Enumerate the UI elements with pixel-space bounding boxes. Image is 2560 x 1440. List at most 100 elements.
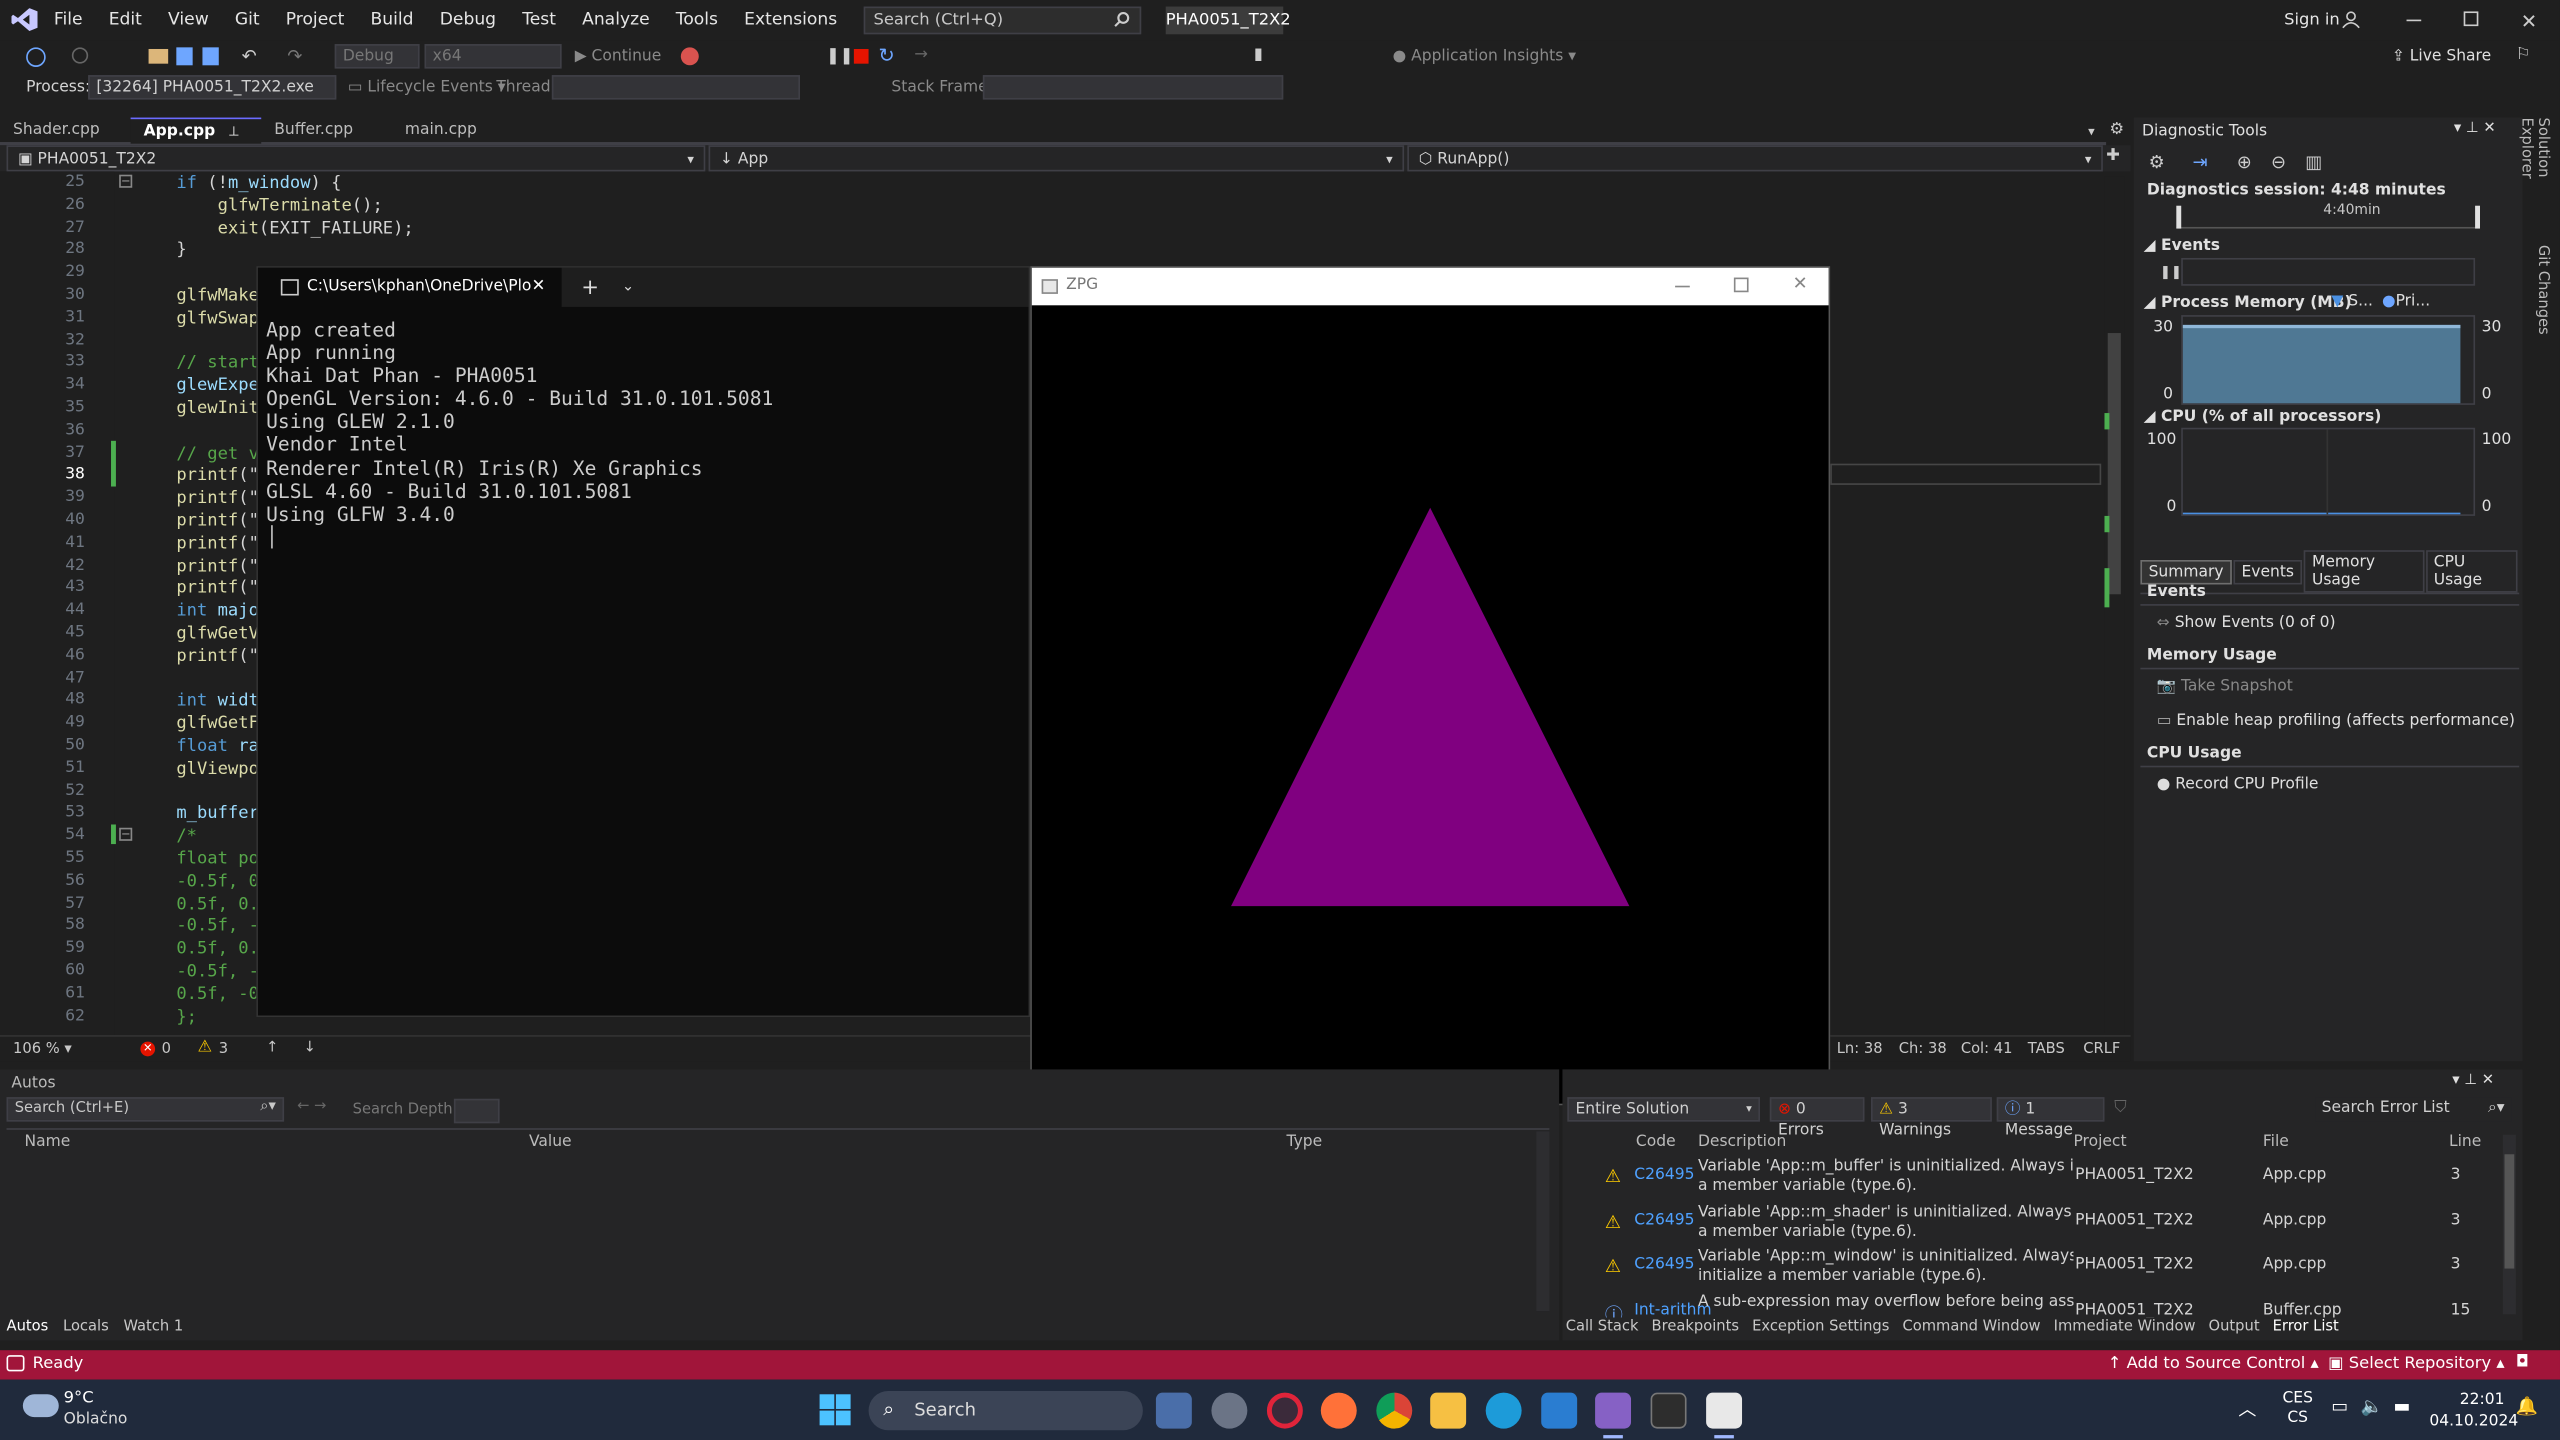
events-pause-icon[interactable]: ❚❚ <box>2160 264 2182 279</box>
warning-icon[interactable]: ⚠ <box>198 1038 213 1056</box>
menu-item-project[interactable]: Project <box>273 0 358 41</box>
tab-overflow-icon[interactable]: ▾ <box>2088 124 2095 139</box>
tab-breakpoints[interactable]: Breakpoints <box>1652 1319 1739 1335</box>
tabs-indicator[interactable]: TABS <box>2028 1042 2065 1058</box>
visual-studio-icon[interactable] <box>1595 1392 1632 1429</box>
zpg-window[interactable]: ZPG ✕ <box>1030 266 1831 1106</box>
error-code[interactable]: C26495 <box>1634 1256 1694 1274</box>
diag-pin-icon[interactable]: ▾ ⊥ ✕ <box>2454 121 2496 137</box>
col-file[interactable]: File <box>2263 1133 2289 1151</box>
menu-item-test[interactable]: Test <box>509 0 569 41</box>
terminal-app-icon[interactable] <box>1650 1392 1687 1429</box>
error-code[interactable]: C26495 <box>1634 1211 1694 1229</box>
table-row[interactable]: ⓘ Int-arithm A sub-expression may overflow… <box>1562 1289 2509 1317</box>
vscode-icon[interactable] <box>1541 1392 1578 1429</box>
restore-button[interactable] <box>2463 11 2479 27</box>
chart-icon[interactable]: ▥ <box>2305 152 2322 173</box>
diag-tab-events[interactable]: Events <box>2233 559 2303 584</box>
tab-command-window[interactable]: Command Window <box>1902 1319 2040 1335</box>
tab-locals[interactable]: Locals <box>63 1319 109 1335</box>
clock[interactable]: 22:01 04.10.2024 <box>2429 1389 2518 1431</box>
tab-call-stack[interactable]: Call Stack <box>1566 1319 1639 1335</box>
minimize-button[interactable] <box>2406 19 2422 22</box>
start-button-icon[interactable] <box>819 1394 851 1426</box>
zpg-app-icon[interactable] <box>1706 1392 1743 1429</box>
taskbar-search-box[interactable]: ⌕ Search <box>868 1391 1143 1431</box>
errlist-search-input[interactable]: Search Error List ⌕▾ <box>2315 1097 2512 1122</box>
menu-item-tools[interactable]: Tools <box>663 0 731 41</box>
zpg-maximize-button[interactable] <box>1733 277 1749 293</box>
widgets-icon[interactable] <box>1155 1392 1192 1429</box>
tab-autos[interactable]: Autos <box>7 1319 49 1335</box>
nav-project-combo[interactable]: ▣ PHA0051_T2X2 ▾ <box>6 145 706 172</box>
account-icon[interactable] <box>2341 10 2361 30</box>
tab-output[interactable]: Output <box>2209 1319 2260 1335</box>
notifications-icon[interactable]: ◘ <box>2516 1353 2529 1371</box>
error-icon[interactable]: ✕ <box>140 1041 156 1057</box>
col-indicator[interactable]: Col: 41 <box>1961 1042 2013 1058</box>
continue-button[interactable]: ▶ Continue <box>575 47 662 65</box>
solution-name-badge[interactable]: PHA0051_T2X2 <box>1165 6 1291 35</box>
menu-item-view[interactable]: View <box>155 0 222 41</box>
process-memory-section[interactable]: ◢ Process Memory (MB) <box>2144 294 2352 312</box>
col-project[interactable]: Project <box>2073 1133 2126 1151</box>
prev-issue-icon[interactable]: ↑ <box>266 1040 278 1056</box>
close-window-button[interactable]: ✕ <box>2521 10 2537 33</box>
live-share-button[interactable]: ⇪ Live Share <box>2392 47 2491 65</box>
volume-icon[interactable]: 🔈 <box>2361 1396 2383 1417</box>
timeline-end-handle[interactable] <box>2475 205 2480 229</box>
diag-tab-summary[interactable]: Summary <box>2140 559 2232 584</box>
tab-main-cpp[interactable]: main.cpp <box>392 117 523 143</box>
nav-member-combo[interactable]: ⬡ RunApp() ▾ <box>1407 145 2103 172</box>
weather-temp[interactable]: 9°C <box>64 1389 94 1407</box>
tab-error-list[interactable]: Error List <box>2273 1319 2339 1335</box>
terminal-window[interactable]: C:\Users\kphan\OneDrive\Plo ✕ + ⌄ App cr… <box>256 266 1031 1018</box>
menu-item-git[interactable]: Git <box>222 0 273 41</box>
editor-scrollbar[interactable] <box>2104 176 2125 1034</box>
undo-icon[interactable]: ↶ <box>242 46 257 67</box>
zoom-out-icon[interactable]: ⊖ <box>2271 152 2286 173</box>
col-line[interactable]: Line <box>2449 1133 2481 1151</box>
col-code[interactable]: Code <box>1636 1133 1676 1151</box>
table-row[interactable]: ⚠ C26495 Variable 'App::m_buffer' is unini… <box>1562 1154 2509 1200</box>
menu-item-edit[interactable]: Edit <box>96 0 155 41</box>
feedback-icon[interactable]: ⚐ <box>2516 46 2531 64</box>
settings-icon[interactable]: ⚙ <box>2149 152 2165 173</box>
firefox-icon[interactable] <box>1320 1392 1357 1429</box>
col-type[interactable]: Type <box>1287 1133 1323 1151</box>
nav-scope-combo[interactable]: ↓ App ▾ <box>708 145 1405 172</box>
messages-filter-button[interactable]: ⓘ 1 Message <box>1996 1097 2105 1140</box>
cpu-section[interactable]: ◢ CPU (% of all processors) <box>2144 408 2382 426</box>
split-icon[interactable]: ✚ <box>2106 147 2120 165</box>
add-source-control-button[interactable]: ↑ Add to Source Control ▴ <box>2108 1355 2319 1373</box>
settings-gear-icon[interactable]: ⚙ <box>2109 121 2124 139</box>
configuration-combo[interactable]: Debug <box>334 44 420 69</box>
diag-tab-cpu-usage[interactable]: CPU Usage <box>2425 550 2518 593</box>
autos-search-input[interactable]: Search (Ctrl+E) ⌕▾ <box>6 1097 285 1122</box>
show-events-link[interactable]: ⇔ Show Events (0 of 0) <box>2157 614 2336 632</box>
warnings-filter-button[interactable]: ⚠ 3 Warnings <box>1871 1097 1992 1140</box>
search-back-icon[interactable]: ← → <box>297 1099 326 1115</box>
errlist-pin-icon[interactable]: ▾ ⊥ ✕ <box>2452 1073 2494 1089</box>
next-issue-icon[interactable]: ↓ <box>304 1040 316 1056</box>
side-tab-git-changes[interactable]: Git Changes <box>2527 245 2550 343</box>
open-folder-icon[interactable] <box>148 48 169 64</box>
scroll-thumb[interactable] <box>2107 333 2121 595</box>
pause-icon[interactable]: ❚❚ <box>826 47 853 65</box>
sign-in-link[interactable]: Sign in <box>2284 11 2340 29</box>
table-row[interactable]: ⚠ C26495 Variable 'App::m_shader' is unini… <box>1562 1199 2509 1245</box>
errlist-scrollbar[interactable] <box>2502 1134 2516 1315</box>
weather-desc[interactable]: Oblačno <box>64 1411 128 1429</box>
zoom-combo[interactable]: 106 % ▾ <box>13 1042 72 1058</box>
table-row[interactable]: ⚠ C26495 Variable 'App::m_window' is unini… <box>1562 1244 2509 1290</box>
language-indicator[interactable]: CES CS <box>2282 1389 2312 1428</box>
menu-item-build[interactable]: Build <box>357 0 426 41</box>
take-snapshot-button[interactable]: 📷 Take Snapshot <box>2157 678 2293 696</box>
terminal-tab[interactable]: C:\Users\kphan\OneDrive\Plo ✕ <box>257 267 562 307</box>
search-depth-combo[interactable] <box>453 1098 500 1124</box>
save-all-icon[interactable] <box>202 47 219 66</box>
process-combo[interactable]: [32264] PHA0051_T2X2.exe <box>88 75 337 100</box>
errors-filter-button[interactable]: ⊗ 0 Errors <box>1769 1097 1865 1140</box>
zpg-title-bar[interactable]: ZPG ✕ <box>1031 267 1829 306</box>
collapse-icon[interactable]: − <box>119 174 133 188</box>
